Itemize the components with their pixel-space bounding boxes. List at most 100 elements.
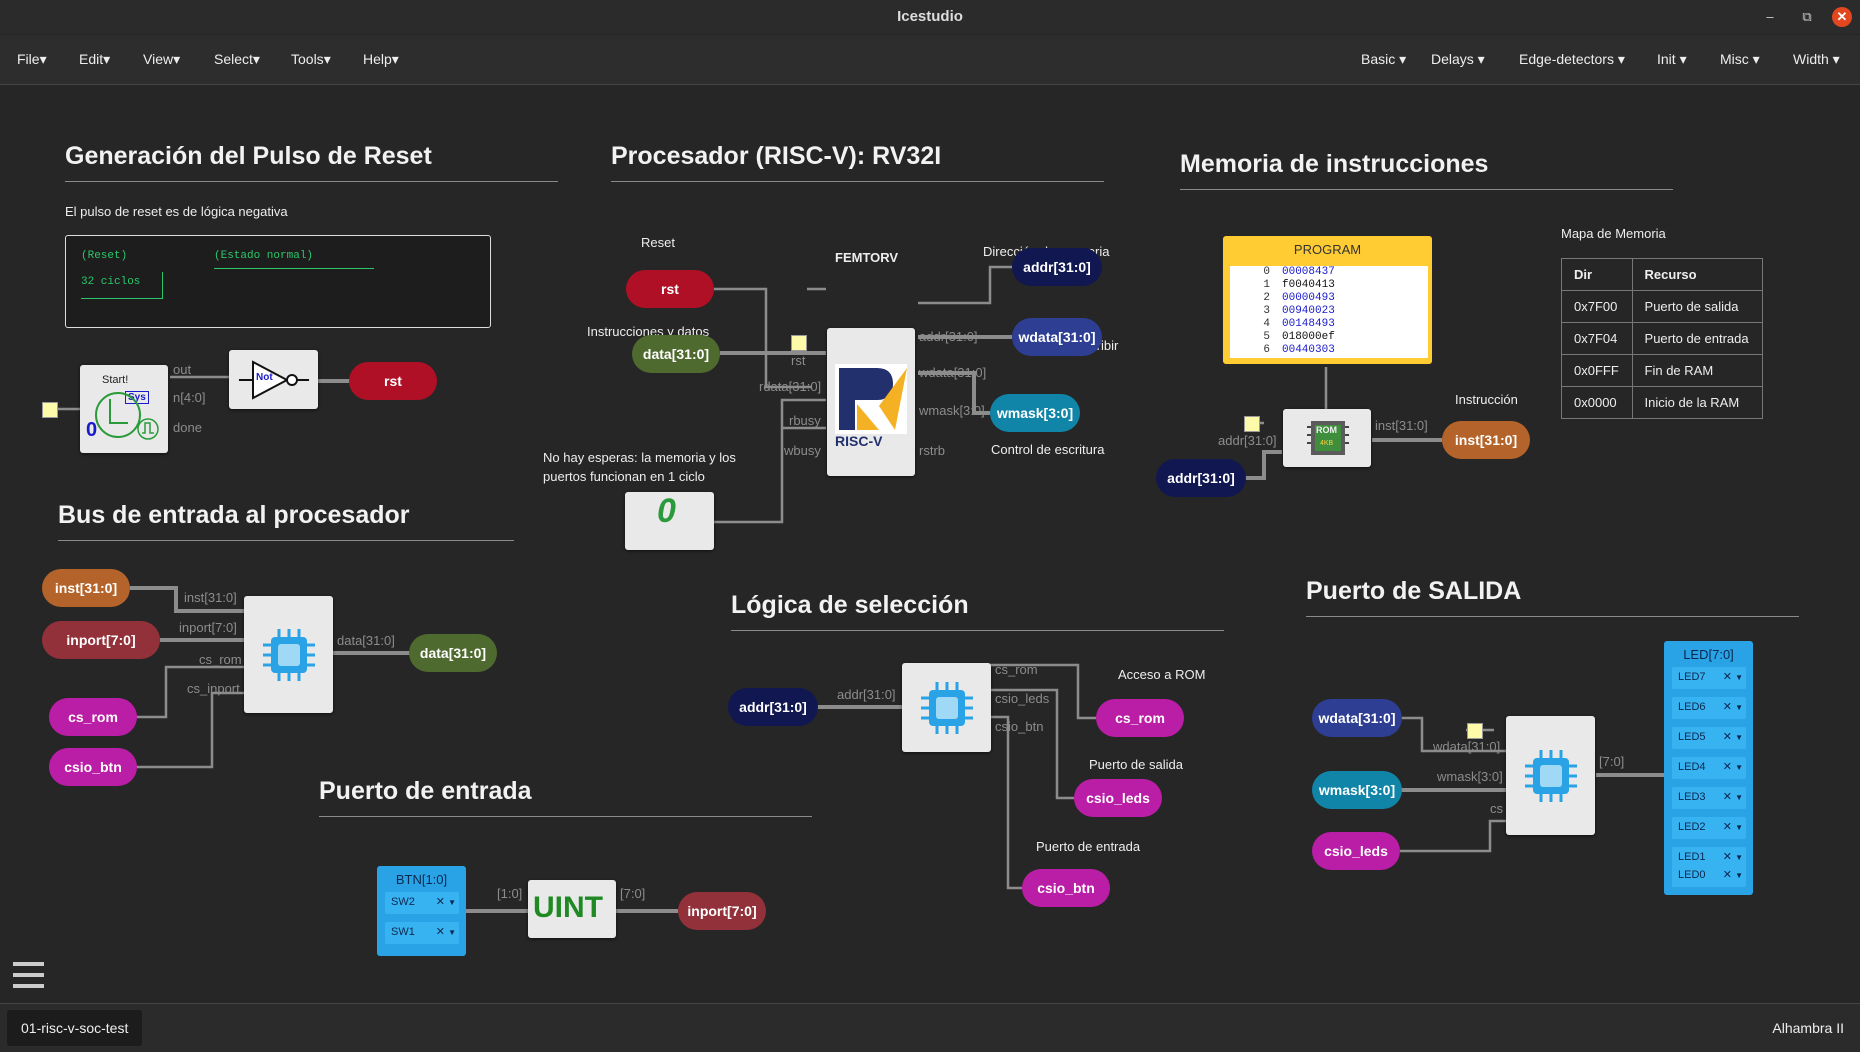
menu-view[interactable]: View▾ — [143, 51, 180, 68]
pill-csiobtn-sel[interactable]: csio_btn — [1022, 869, 1110, 907]
pill-inport-bus[interactable]: inport[7:0] — [42, 621, 160, 659]
menu-width[interactable]: Width ▾ — [1793, 51, 1840, 68]
menu-edge-detectors[interactable]: Edge-detectors ▾ — [1519, 51, 1625, 68]
close-button[interactable]: ✕ — [1832, 7, 1852, 27]
start-block[interactable]: Start! Sys 0 — [80, 365, 168, 453]
pill-wmask-port[interactable]: wmask[3:0] — [1312, 771, 1402, 809]
femtorv-cpu[interactable]: RISC-V — [827, 328, 915, 476]
menu-init[interactable]: Init ▾ — [1657, 51, 1687, 68]
led-row[interactable]: LED2 ✕ ▼ — [1672, 817, 1746, 839]
wires — [48, 265, 1664, 913]
button-row[interactable]: SW2 ✕ ▼ — [385, 892, 459, 914]
port-cpu-wmask: wmask[3:0] — [919, 403, 985, 418]
led-output-panel[interactable]: LED[7:0] LED7 ✕ ▼ LED6 ✕ ▼ LED5 ✕ ▼ LED4 ✕ ▼ LED… — [1664, 641, 1753, 895]
menu-delays[interactable]: Delays ▾ — [1431, 51, 1485, 68]
list-item: 0 00008437 — [1263, 266, 1335, 278]
note-reset-desc: El pulso de reset es de lógica negativa — [65, 204, 288, 219]
constant-zero-block[interactable]: 0 — [625, 492, 714, 550]
led-panel-title: LED[7:0] — [1683, 647, 1734, 662]
restore-button[interactable]: ⧉ — [1797, 7, 1817, 27]
led-row[interactable]: LED6 ✕ ▼ — [1672, 697, 1746, 719]
close-icon: ✕ — [1722, 761, 1732, 773]
hamburger-menu-icon[interactable] — [13, 962, 44, 988]
menu-help[interactable]: Help▾ — [363, 51, 399, 68]
reset-input[interactable] — [791, 335, 807, 351]
diagram-reset-label: (Reset) — [81, 250, 128, 262]
list-item: 3 00940023 — [1263, 305, 1335, 317]
note-write-ctrl: Control de escritura — [991, 442, 1105, 457]
not-gate[interactable]: Not — [229, 350, 318, 409]
port-cpu-rbusy: rbusy — [789, 413, 821, 428]
menu-basic[interactable]: Basic ▾ — [1361, 51, 1406, 68]
pill-addr-rom[interactable]: addr[31:0] — [1156, 459, 1246, 497]
pill-rst-not[interactable]: rst — [349, 362, 437, 400]
pill-rst-cpu[interactable]: rst — [626, 270, 714, 308]
led-row[interactable]: LED3 ✕ ▼ — [1672, 787, 1746, 809]
pill-wdata-port[interactable]: wdata[31:0] — [1312, 699, 1402, 737]
port-in-10: [1:0] — [497, 886, 523, 901]
menu-edit[interactable]: Edit▾ — [79, 51, 110, 68]
pill-inst-bus[interactable]: inst[31:0] — [42, 569, 130, 607]
pill-data-in[interactable]: data[31:0] — [632, 335, 720, 373]
port-sel-addr: addr[31:0] — [837, 687, 896, 702]
heading-select: Lógica de selección — [731, 591, 969, 619]
port-out-7: [7:0] — [1599, 754, 1625, 769]
board-name[interactable]: Alhambra II — [1772, 1020, 1844, 1036]
program-listing[interactable]: 0 00008437 1 f0040413 2 00000493 3 00940023 … — [1230, 266, 1428, 358]
memory-map-table: Dir Recurso 0x7F00 Puerto de salida 0x7F04… — [1561, 258, 1764, 419]
clock-input[interactable] — [42, 402, 58, 418]
menu-misc[interactable]: Misc ▾ — [1720, 51, 1760, 68]
pill-csiobtn-bus[interactable]: csio_btn — [49, 748, 137, 786]
port-cpu-wdata: wdata[31:0] — [919, 365, 987, 380]
led-row[interactable]: LED5 ✕ ▼ — [1672, 727, 1746, 749]
rom-block[interactable]: ROM 4KB — [1283, 409, 1371, 467]
output-port-module[interactable] — [1506, 716, 1595, 835]
selection-module[interactable] — [902, 663, 991, 752]
pill-inport-in[interactable]: inport[7:0] — [678, 892, 766, 930]
menu-tools[interactable]: Tools▾ — [291, 51, 331, 68]
pill-csioleds-port[interactable]: csio_leds — [1312, 832, 1400, 870]
pill-csrom-bus[interactable]: cs_rom — [49, 698, 137, 736]
pill-addr-sel[interactable]: addr[31:0] — [728, 688, 818, 726]
minimize-button[interactable]: – — [1760, 7, 1780, 27]
table-row: 0x7F00 Puerto de salida — [1561, 290, 1764, 323]
input-bus-module[interactable] — [244, 596, 333, 713]
list-item: 4 00148493 — [1263, 318, 1335, 330]
pill-wdata-out[interactable]: wdata[31:0] — [1012, 318, 1102, 356]
note-mem-map: Mapa de Memoria — [1561, 226, 1666, 241]
table-row: 0x7F04 Puerto de entrada — [1561, 322, 1764, 355]
program-block[interactable]: PROGRAM 0 00008437 1 f0040413 2 00000493 30… — [1223, 236, 1432, 364]
pill-csrom-sel[interactable]: cs_rom — [1096, 699, 1184, 737]
list-item: 1 f0040413 — [1263, 279, 1335, 291]
note-no-wait: No hay esperas: la memoria y los puertos… — [543, 450, 736, 484]
led-row[interactable]: LED4 ✕ ▼ — [1672, 757, 1746, 779]
button-panel-title: BTN[1:0] — [395, 872, 448, 887]
chevron-down-icon: ▼ — [1735, 793, 1743, 802]
led-row[interactable]: LED0 ✕ ▼ — [1672, 865, 1746, 887]
chevron-down-icon: ▼ — [1735, 871, 1743, 880]
project-tab[interactable]: 01-risc-v-soc-test — [7, 1010, 143, 1046]
pill-addr-out[interactable]: addr[31:0] — [1012, 248, 1102, 286]
rom-top-label: ROM — [1316, 425, 1337, 435]
pill-wmask-out[interactable]: wmask[3:0] — [990, 394, 1080, 432]
button-input-panel[interactable]: BTN[1:0] SW2 ✕ ▼ SW1 ✕ ▼ — [377, 866, 466, 956]
pill-data-bus[interactable]: data[31:0] — [409, 634, 497, 672]
design-canvas[interactable]: Generación del Pulso de Reset El pulso d… — [0, 85, 1860, 1003]
menu-select[interactable]: Select▾ — [214, 51, 260, 68]
chevron-down-icon: ▼ — [448, 898, 456, 907]
port-out-wmask: wmask[3:0] — [1437, 769, 1503, 784]
start-zero: 0 — [86, 419, 98, 441]
rom-clock-input[interactable] — [1244, 416, 1260, 432]
risc-v-text: RISC-V — [835, 433, 883, 449]
heading-imem: Memoria de instrucciones — [1180, 150, 1489, 178]
button-row[interactable]: SW1 ✕ ▼ — [385, 922, 459, 944]
pill-csioleds-sel[interactable]: csio_leds — [1074, 779, 1162, 817]
pill-inst-rom[interactable]: inst[31:0] — [1442, 421, 1530, 459]
port-sel-csrom: cs_rom — [995, 662, 1038, 677]
menu-file[interactable]: File▾ — [17, 51, 47, 68]
close-icon: ✕ — [1722, 731, 1732, 743]
chevron-down-icon: ▼ — [1735, 673, 1743, 682]
led-row[interactable]: LED7 ✕ ▼ — [1672, 667, 1746, 689]
uint-block[interactable]: UINT — [528, 880, 616, 938]
port-clock-input[interactable] — [1467, 723, 1483, 739]
